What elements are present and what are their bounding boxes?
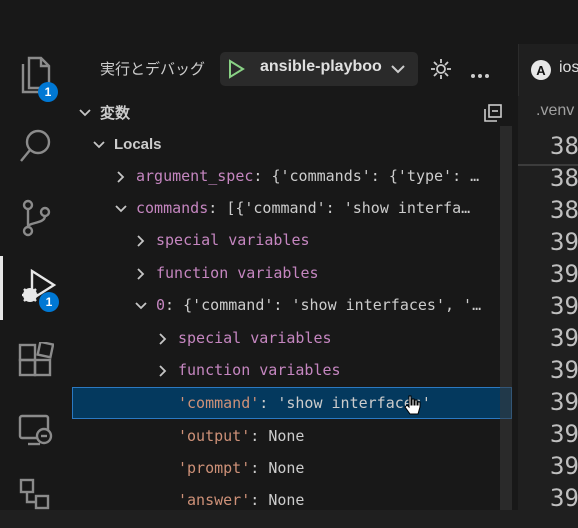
more-actions-icon[interactable] <box>470 64 490 83</box>
editor-tab[interactable]: A ios <box>518 44 578 96</box>
variable-name: function variables <box>156 264 319 282</box>
extensions-icon <box>18 340 55 382</box>
variable-row[interactable]: special variables <box>72 224 512 256</box>
variable-name: 'answer' <box>178 491 251 509</box>
variable-name: 0 <box>156 296 166 314</box>
variable-value: None <box>268 491 305 509</box>
testing-button[interactable] <box>0 464 72 528</box>
variable-name: special variables <box>178 329 332 347</box>
line-number: 38 <box>550 196 578 224</box>
gear-icon[interactable] <box>430 58 452 84</box>
debug-badge: 1 <box>39 292 59 312</box>
variable-value: {'commands': {'type': … <box>271 167 480 185</box>
variable-name: argument_spec <box>136 167 254 185</box>
line-number: 39 <box>550 324 578 352</box>
mouse-cursor-icon <box>404 394 422 420</box>
variable-row[interactable]: 0: {'command': 'show interfaces', '… <box>72 289 512 321</box>
remote-explorer-icon <box>18 412 54 452</box>
chevron-right-icon <box>156 363 170 377</box>
testing-icon <box>18 476 54 516</box>
variable-row[interactable]: 'output': None <box>72 420 512 452</box>
variables-panel: 変数 Locals argument_spec: {'commands': {'… <box>72 96 518 510</box>
remote-explorer-button[interactable] <box>0 400 72 464</box>
variable-name: 'output' <box>178 427 251 445</box>
chevron-right-icon <box>134 233 148 247</box>
line-number: 39 <box>550 452 578 480</box>
source-control-button[interactable] <box>0 188 72 252</box>
run-debug-button[interactable]: 1 <box>0 256 72 320</box>
line-number: 39 <box>550 260 578 288</box>
chevron-down-icon <box>92 137 106 151</box>
variable-name: 'prompt' <box>178 459 251 477</box>
line-number: 39 <box>550 292 578 320</box>
start-debugging-icon[interactable] <box>226 59 246 83</box>
scope-label: Locals <box>114 135 162 153</box>
chevron-right-icon <box>114 169 128 183</box>
line-number: 38 <box>550 164 578 192</box>
launch-config-dropdown[interactable]: ansible-playboo <box>220 52 418 86</box>
collapse-all-icon[interactable] <box>484 104 502 126</box>
explorer-button[interactable]: 1 <box>0 44 72 108</box>
line-number: 39 <box>550 356 578 384</box>
breadcrumb[interactable]: .venv <box>536 102 574 120</box>
line-number: 39 <box>550 484 578 512</box>
search-icon <box>18 127 54 169</box>
activity-bar: 1 1 <box>0 44 72 510</box>
variables-section-header[interactable]: 変数 <box>72 96 512 128</box>
chevron-down-icon <box>390 62 406 81</box>
variable-row[interactable]: 'prompt': None <box>72 452 512 484</box>
variable-row-selected[interactable]: 'command': 'show interfaces' <box>72 387 512 419</box>
launch-config-label: ansible-playboo <box>260 58 382 75</box>
search-button[interactable] <box>0 116 72 180</box>
chevron-down-icon <box>78 105 92 119</box>
variable-row[interactable]: function variables <box>72 257 512 289</box>
variable-row[interactable]: argument_spec: {'commands': {'type': … <box>72 160 512 192</box>
variable-value: {'command': 'show interfaces', '… <box>183 296 482 314</box>
tab-label: ios <box>559 59 578 76</box>
explorer-badge: 1 <box>38 82 58 102</box>
variable-row[interactable]: commands: [{'command': 'show interfa… <box>72 192 512 224</box>
ansible-file-icon: A <box>531 60 551 80</box>
variable-value: None <box>268 427 305 445</box>
variable-row[interactable]: 'answer': None <box>72 484 512 510</box>
editor-area: A ios .venv 38 38 38 39 39 39 39 39 39 3… <box>518 44 578 512</box>
scrollbar[interactable] <box>500 126 512 510</box>
view-title: 実行とデバッグ <box>100 60 206 78</box>
chevron-right-icon <box>156 331 170 345</box>
extensions-button[interactable] <box>0 330 72 394</box>
title-bar <box>0 0 578 44</box>
chevron-down-icon <box>134 298 148 312</box>
variable-value: [{'command': 'show interfa… <box>226 199 471 217</box>
chevron-right-icon <box>134 266 148 280</box>
line-number: 39 <box>550 228 578 256</box>
line-number: 38 <box>550 132 578 160</box>
scope-locals[interactable]: Locals <box>72 128 512 160</box>
variable-name: commands <box>136 199 209 217</box>
line-number: 39 <box>550 388 578 416</box>
debug-view-header: 実行とデバッグ ansible-playboo <box>72 44 518 96</box>
variable-value: None <box>268 459 305 477</box>
line-number: 39 <box>550 420 578 448</box>
section-title: 変数 <box>100 104 131 122</box>
variable-name: special variables <box>156 231 310 249</box>
source-control-icon <box>19 198 53 242</box>
chevron-down-icon <box>114 201 128 215</box>
variable-row[interactable]: special variables <box>72 322 512 354</box>
variable-row[interactable]: function variables <box>72 354 512 386</box>
variable-name: 'command' <box>178 394 260 412</box>
variable-name: function variables <box>178 361 341 379</box>
